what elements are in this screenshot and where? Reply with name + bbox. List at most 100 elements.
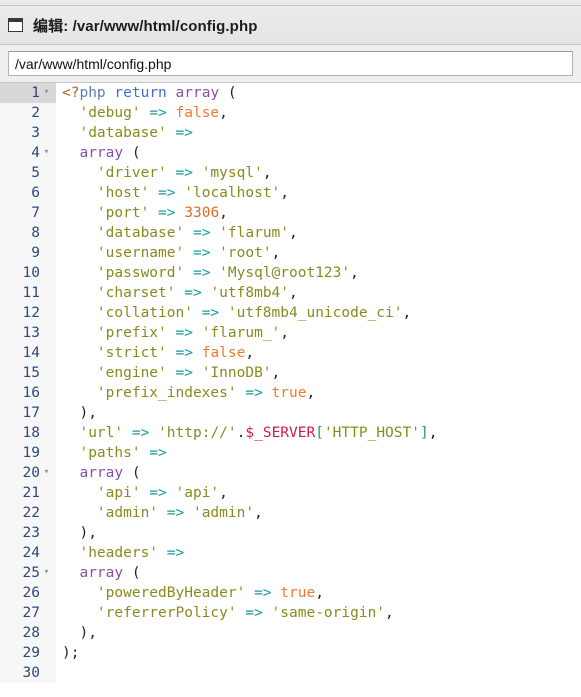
code-line[interactable]: 25 ▾ array ( bbox=[0, 563, 581, 583]
code-line-text[interactable]: 'prefix_indexes' => true, bbox=[56, 383, 581, 403]
line-number: 23 bbox=[22, 525, 40, 541]
fold-arrow-icon[interactable]: ▾ bbox=[40, 83, 53, 102]
code-line-text[interactable]: 'referrerPolicy' => 'same-origin', bbox=[56, 603, 581, 623]
fold-arrow-icon: ▾ bbox=[40, 622, 53, 642]
code-line[interactable]: 16▾ 'prefix_indexes' => true, bbox=[0, 383, 581, 403]
code-line-text[interactable]: 'headers' => bbox=[56, 543, 581, 563]
fold-arrow-icon: ▾ bbox=[40, 182, 53, 202]
window-icon bbox=[8, 18, 23, 32]
code-line-text[interactable]: 'engine' => 'InnoDB', bbox=[56, 363, 581, 383]
code-line[interactable]: 23▾ ), bbox=[0, 523, 581, 543]
code-line[interactable]: 8▾ 'database' => 'flarum', bbox=[0, 223, 581, 243]
code-line-text[interactable]: 'poweredByHeader' => true, bbox=[56, 583, 581, 603]
line-number: 24 bbox=[22, 545, 40, 561]
code-line[interactable]: 4 ▾ array ( bbox=[0, 143, 581, 163]
code-line-text[interactable]: 'database' => bbox=[56, 123, 581, 143]
code-line-text[interactable]: 'collation' => 'utf8mb4_unicode_ci', bbox=[56, 303, 581, 323]
line-number-gutter: 8▾ bbox=[0, 223, 56, 243]
code-line-text[interactable] bbox=[56, 663, 581, 683]
code-line-text[interactable]: 'port' => 3306, bbox=[56, 203, 581, 223]
code-line-text[interactable]: 'charset' => 'utf8mb4', bbox=[56, 283, 581, 303]
file-path-input[interactable] bbox=[8, 51, 573, 76]
line-number-gutter: 15▾ bbox=[0, 363, 56, 383]
fold-arrow-icon[interactable]: ▾ bbox=[40, 142, 53, 162]
code-line-text[interactable]: 'username' => 'root', bbox=[56, 243, 581, 263]
code-line-text[interactable]: array ( bbox=[56, 563, 581, 583]
line-number-gutter: 30▾ bbox=[0, 663, 56, 683]
line-number-gutter: 27▾ bbox=[0, 603, 56, 623]
code-line[interactable]: 20 ▾ array ( bbox=[0, 463, 581, 483]
line-number-gutter: 26▾ bbox=[0, 583, 56, 603]
line-number: 18 bbox=[22, 425, 40, 441]
code-line-text[interactable]: 'database' => 'flarum', bbox=[56, 223, 581, 243]
code-line[interactable]: 1 ▾ <?php return array ( bbox=[0, 83, 581, 103]
fold-arrow-icon: ▾ bbox=[40, 662, 53, 682]
code-line-text[interactable]: 'driver' => 'mysql', bbox=[56, 163, 581, 183]
code-line-text[interactable]: 'debug' => false, bbox=[56, 103, 581, 123]
code-line-text[interactable]: 'host' => 'localhost', bbox=[56, 183, 581, 203]
code-line[interactable]: 3▾ 'database' => bbox=[0, 123, 581, 143]
line-number: 20 bbox=[22, 465, 40, 481]
code-line[interactable]: 26▾ 'poweredByHeader' => true, bbox=[0, 583, 581, 603]
code-line[interactable]: 18▾ 'url' => 'http://'.$_SERVER['HTTP_HO… bbox=[0, 423, 581, 443]
code-line[interactable]: 30▾ bbox=[0, 663, 581, 683]
code-line[interactable]: 22▾ 'admin' => 'admin', bbox=[0, 503, 581, 523]
fold-arrow-icon[interactable]: ▾ bbox=[40, 462, 53, 482]
line-number: 14 bbox=[22, 345, 40, 361]
line-number-gutter: 4 ▾ bbox=[0, 143, 56, 163]
line-number: 11 bbox=[22, 285, 40, 301]
code-line-text[interactable]: ), bbox=[56, 523, 581, 543]
line-number: 16 bbox=[22, 385, 40, 401]
code-line-text[interactable]: array ( bbox=[56, 463, 581, 483]
fold-arrow-icon: ▾ bbox=[40, 502, 53, 522]
code-line[interactable]: 17▾ ), bbox=[0, 403, 581, 423]
code-line[interactable]: 9▾ 'username' => 'root', bbox=[0, 243, 581, 263]
code-line-text[interactable]: array ( bbox=[56, 143, 581, 163]
line-number-gutter: 18▾ bbox=[0, 423, 56, 443]
fold-arrow-icon: ▾ bbox=[40, 482, 53, 502]
code-line[interactable]: 7▾ 'port' => 3306, bbox=[0, 203, 581, 223]
line-number-gutter: 1 ▾ bbox=[0, 83, 56, 103]
line-number: 22 bbox=[22, 505, 40, 521]
line-number-gutter: 7▾ bbox=[0, 203, 56, 223]
code-line[interactable]: 5▾ 'driver' => 'mysql', bbox=[0, 163, 581, 183]
code-line[interactable]: 28▾ ), bbox=[0, 623, 581, 643]
fold-arrow-icon: ▾ bbox=[40, 162, 53, 182]
code-line-text[interactable]: 'admin' => 'admin', bbox=[56, 503, 581, 523]
code-line[interactable]: 13▾ 'prefix' => 'flarum_', bbox=[0, 323, 581, 343]
fold-arrow-icon: ▾ bbox=[40, 222, 53, 242]
line-number: 28 bbox=[22, 625, 40, 641]
line-number-gutter: 2▾ bbox=[0, 103, 56, 123]
code-line-text[interactable]: <?php return array ( bbox=[56, 83, 581, 103]
code-line-text[interactable]: ), bbox=[56, 403, 581, 423]
code-line-text[interactable]: 'api' => 'api', bbox=[56, 483, 581, 503]
code-line[interactable]: 15▾ 'engine' => 'InnoDB', bbox=[0, 363, 581, 383]
code-line[interactable]: 27▾ 'referrerPolicy' => 'same-origin', bbox=[0, 603, 581, 623]
code-line[interactable]: 2▾ 'debug' => false, bbox=[0, 103, 581, 123]
code-line-text[interactable]: 'password' => 'Mysql@root123', bbox=[56, 263, 581, 283]
code-line[interactable]: 24▾ 'headers' => bbox=[0, 543, 581, 563]
line-number: 15 bbox=[22, 365, 40, 381]
code-line[interactable]: 10▾ 'password' => 'Mysql@root123', bbox=[0, 263, 581, 283]
line-number-gutter: 3▾ bbox=[0, 123, 56, 143]
code-line[interactable]: 19▾ 'paths' => bbox=[0, 443, 581, 463]
code-line[interactable]: 6▾ 'host' => 'localhost', bbox=[0, 183, 581, 203]
code-line-text[interactable]: 'prefix' => 'flarum_', bbox=[56, 323, 581, 343]
line-number: 3 bbox=[31, 125, 40, 141]
fold-arrow-icon[interactable]: ▾ bbox=[40, 562, 53, 582]
line-number: 29 bbox=[22, 645, 40, 661]
line-number-gutter: 13▾ bbox=[0, 323, 56, 343]
code-line-text[interactable]: 'url' => 'http://'.$_SERVER['HTTP_HOST']… bbox=[56, 423, 581, 443]
line-number-gutter: 28▾ bbox=[0, 623, 56, 643]
code-line-text[interactable]: ); bbox=[56, 643, 581, 663]
code-editor[interactable]: 1▾<?php return array (2▾ 'debug' => fals… bbox=[0, 83, 581, 697]
code-line[interactable]: 11▾ 'charset' => 'utf8mb4', bbox=[0, 283, 581, 303]
code-line[interactable]: 29▾); bbox=[0, 643, 581, 663]
code-line[interactable]: 12▾ 'collation' => 'utf8mb4_unicode_ci', bbox=[0, 303, 581, 323]
code-line-text[interactable]: 'paths' => bbox=[56, 443, 581, 463]
code-line-text[interactable]: ), bbox=[56, 623, 581, 643]
code-line[interactable]: 21▾ 'api' => 'api', bbox=[0, 483, 581, 503]
line-number-gutter: 5▾ bbox=[0, 163, 56, 183]
code-line[interactable]: 14▾ 'strict' => false, bbox=[0, 343, 581, 363]
code-line-text[interactable]: 'strict' => false, bbox=[56, 343, 581, 363]
